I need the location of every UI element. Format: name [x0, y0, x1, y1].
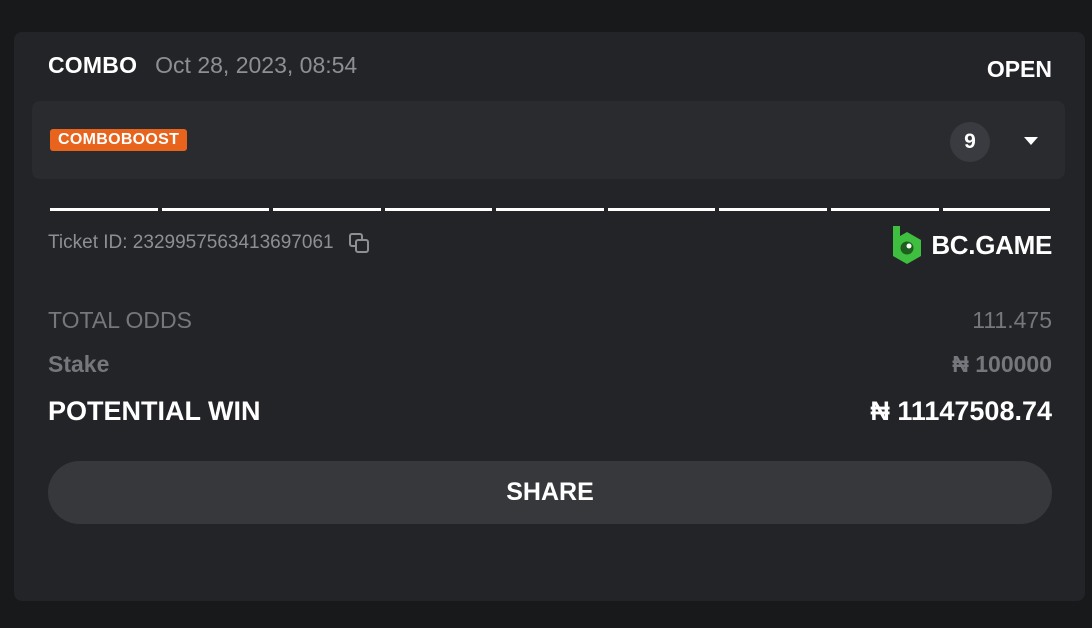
potential-win-row: POTENTIAL WIN ₦ 11147508.74	[48, 396, 1052, 427]
leg-segment	[384, 208, 493, 211]
comboboost-badge: COMBOBOOST	[50, 129, 188, 151]
brand-logo: BC.GAME	[891, 224, 1052, 266]
bc-game-logo-icon	[893, 226, 922, 264]
total-odds-value: 111.475	[972, 307, 1052, 333]
ticket-id-text: Ticket ID: 2329957563413697061	[48, 232, 334, 253]
stake-value: ₦ 100000	[952, 351, 1052, 377]
leg-segment	[830, 208, 939, 211]
legs-panel[interactable]: COMBOBOOST 9	[32, 101, 1065, 179]
leg-segment	[942, 208, 1051, 211]
bet-date: Oct 28, 2023, 08:54	[155, 52, 358, 78]
bet-status: OPEN	[986, 56, 1052, 82]
brand-name: BC.GAME	[931, 229, 1052, 260]
leg-segment	[607, 208, 716, 211]
leg-count-badge: 9	[950, 122, 990, 162]
potential-win-value: ₦ 11147508.74	[870, 396, 1052, 426]
copy-icon[interactable]	[348, 232, 370, 254]
leg-segment	[273, 208, 381, 211]
total-odds-row: TOTAL ODDS 111.475	[48, 307, 1052, 334]
ticket-id-row: Ticket ID: 2329957563413697061	[48, 232, 370, 254]
leg-segment	[50, 208, 158, 211]
leg-segment	[496, 208, 604, 211]
potential-win-label: POTENTIAL WIN	[48, 396, 261, 426]
bet-header: COMBO Oct 28, 2023, 08:54	[48, 52, 357, 79]
share-button[interactable]: SHARE	[48, 461, 1052, 524]
expand-legs-button[interactable]	[1016, 129, 1046, 153]
leg-segment	[719, 208, 827, 211]
stake-label: Stake	[48, 351, 110, 377]
chevron-down-icon	[1024, 137, 1038, 145]
bet-slip-card: COMBO Oct 28, 2023, 08:54 OPEN COMBOBOOS…	[14, 32, 1085, 601]
leg-segment	[161, 208, 270, 211]
leg-progress-segments	[50, 208, 1051, 211]
stake-row: Stake ₦ 100000	[48, 351, 1052, 378]
total-odds-label: TOTAL ODDS	[48, 307, 192, 333]
bet-type-label: COMBO	[48, 52, 138, 78]
